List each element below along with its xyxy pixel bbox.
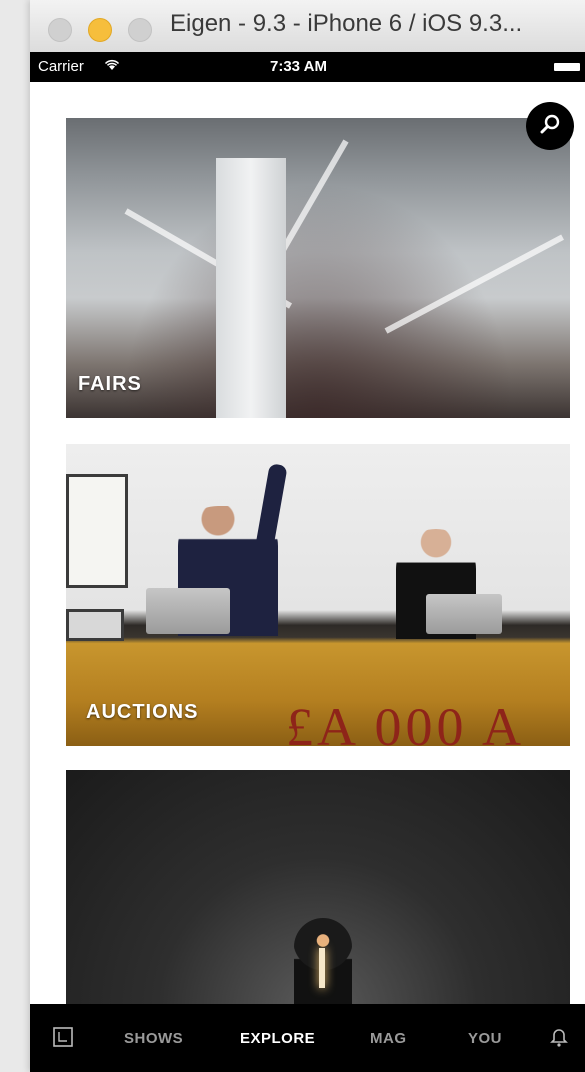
ceiling-light-strip xyxy=(384,234,564,334)
laptop xyxy=(146,588,230,634)
fairs-card[interactable]: FAIRS xyxy=(66,118,570,418)
auction-board-text: £A 000 A xyxy=(286,697,526,746)
window-close-button[interactable] xyxy=(48,18,72,42)
search-button[interactable] xyxy=(526,102,574,150)
tab-bar: SHOWS EXPLORE MAG YOU xyxy=(30,1004,585,1072)
tab-mag[interactable]: MAG xyxy=(370,1030,407,1047)
home-square-icon[interactable] xyxy=(52,1026,74,1053)
wifi-icon xyxy=(104,58,120,74)
fairs-card-label: FAIRS xyxy=(78,373,142,395)
hall-pillar xyxy=(216,158,286,418)
carrier-label: Carrier xyxy=(38,58,84,75)
auctions-card[interactable]: £A 000 A AUCTIONS xyxy=(66,444,570,746)
search-icon xyxy=(538,112,562,141)
tab-explore[interactable]: EXPLORE xyxy=(240,1030,315,1047)
window-zoom-button[interactable] xyxy=(128,18,152,42)
explore-card-third[interactable] xyxy=(66,770,570,1004)
explore-feed[interactable]: FAIRS £A 000 A AUCTIONS xyxy=(30,82,585,1004)
status-time: 7:33 AM xyxy=(270,58,327,75)
bell-icon[interactable] xyxy=(550,1026,568,1053)
window-minimize-button[interactable] xyxy=(88,18,112,42)
wall-artwork xyxy=(66,474,128,588)
window-title: Eigen - 9.3 - iPhone 6 / iOS 9.3... xyxy=(170,10,523,37)
battery-icon xyxy=(554,63,580,71)
wall-artwork xyxy=(66,609,124,641)
tab-shows[interactable]: SHOWS xyxy=(124,1030,183,1047)
ios-status-bar: Carrier 7:33 AM xyxy=(30,52,585,82)
candle xyxy=(319,948,325,988)
laptop xyxy=(426,594,502,634)
auctions-card-label: AUCTIONS xyxy=(86,701,199,723)
simulator-window: Eigen - 9.3 - iPhone 6 / iOS 9.3... Carr… xyxy=(30,0,585,1072)
window-titlebar: Eigen - 9.3 - iPhone 6 / iOS 9.3... xyxy=(30,0,585,53)
tab-you[interactable]: YOU xyxy=(468,1030,502,1047)
